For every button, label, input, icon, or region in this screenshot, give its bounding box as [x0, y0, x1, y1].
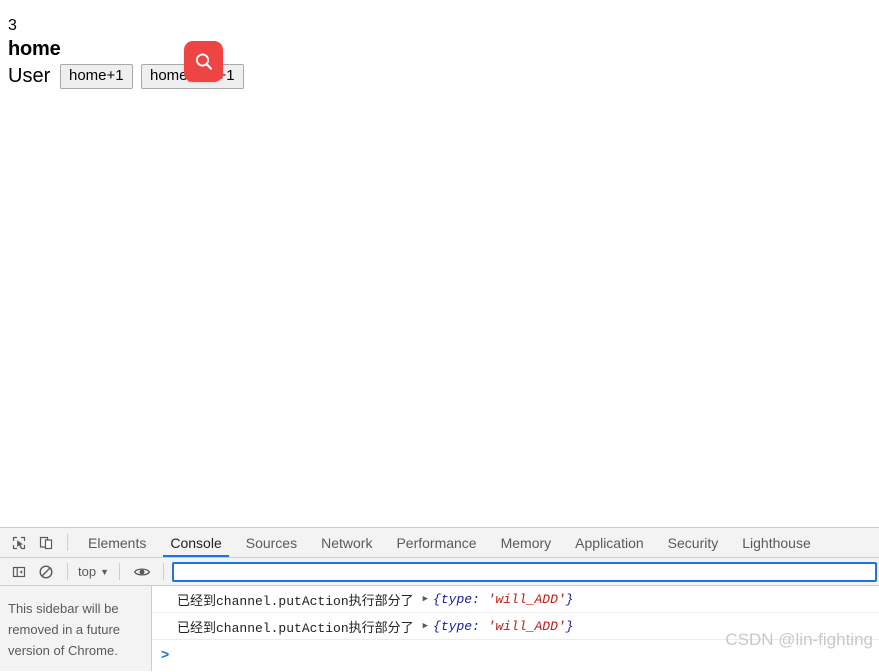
inspect-element-icon[interactable]	[5, 530, 32, 556]
object-prefix: {type:	[433, 618, 488, 634]
devtools-tabbar: Elements Console Sources Network Perform…	[0, 528, 879, 558]
tab-lighthouse[interactable]: Lighthouse	[730, 528, 823, 557]
live-expression-eye-icon[interactable]	[128, 559, 155, 585]
user-row: User home+1 home异步+1	[8, 62, 508, 92]
object-prefix: {type:	[433, 591, 488, 607]
page-content: 3 home User home+1 home异步+1	[8, 16, 508, 92]
console-message-text: 已经到channel.putAction执行部分了	[177, 620, 414, 636]
user-label: User	[8, 65, 51, 87]
console-object-preview[interactable]: {type: 'will_ADD'}	[433, 592, 573, 607]
console-message-text: 已经到channel.putAction执行部分了	[177, 593, 414, 609]
object-suffix: }	[565, 591, 574, 607]
tab-security[interactable]: Security	[656, 528, 731, 557]
object-string-value: 'will_ADD'	[487, 591, 566, 607]
expand-object-icon[interactable]: ▶	[423, 621, 428, 631]
page-heading: home	[8, 38, 61, 60]
console-sidebar-toggle-icon[interactable]	[5, 559, 32, 585]
execution-context-value: top	[78, 564, 97, 579]
console-toolbar-divider-3	[163, 563, 164, 580]
tab-application[interactable]: Application	[563, 528, 656, 557]
tab-elements[interactable]: Elements	[76, 528, 158, 557]
console-message-list: 已经到channel.putAction执行部分了 ▶ {type: 'will…	[152, 586, 879, 671]
object-suffix: }	[565, 618, 574, 634]
web-page-viewport: 3 home User home+1 home异步+1	[0, 0, 879, 527]
console-filter-input[interactable]	[172, 561, 877, 582]
toolbar-divider	[67, 534, 68, 551]
home-plus-one-button[interactable]: home+1	[60, 64, 133, 89]
console-toolbar-divider-2	[119, 563, 120, 580]
expand-object-icon[interactable]: ▶	[423, 594, 428, 604]
tab-performance[interactable]: Performance	[384, 528, 488, 557]
devtools-panel: Elements Console Sources Network Perform…	[0, 527, 879, 672]
console-toolbar: top ▼	[0, 558, 879, 586]
console-prompt-row[interactable]: >	[152, 640, 879, 667]
console-message-row[interactable]: 已经到channel.putAction执行部分了 ▶ {type: 'will…	[152, 613, 879, 640]
chevron-down-icon: ▼	[100, 566, 109, 577]
object-string-value: 'will_ADD'	[487, 618, 566, 634]
console-message-row[interactable]: 已经到channel.putAction执行部分了 ▶ {type: 'will…	[152, 586, 879, 613]
console-object-preview[interactable]: {type: 'will_ADD'}	[433, 619, 573, 634]
tab-memory[interactable]: Memory	[489, 528, 564, 557]
tab-console[interactable]: Console	[158, 528, 233, 557]
console-body: This sidebar will be removed in a future…	[0, 586, 879, 671]
tab-network[interactable]: Network	[309, 528, 384, 557]
device-toolbar-icon[interactable]	[32, 530, 59, 556]
tab-sources[interactable]: Sources	[234, 528, 309, 557]
execution-context-dropdown[interactable]: top ▼	[76, 564, 111, 579]
counter-value: 3	[8, 17, 17, 34]
clear-console-icon[interactable]	[32, 559, 59, 585]
sidebar-deprecation-note: This sidebar will be removed in a future…	[8, 601, 121, 658]
console-sidebar: This sidebar will be removed in a future…	[0, 586, 152, 671]
prompt-chevron-icon: >	[161, 645, 170, 662]
console-toolbar-divider-1	[67, 563, 68, 580]
magnifier-icon[interactable]	[184, 41, 223, 82]
